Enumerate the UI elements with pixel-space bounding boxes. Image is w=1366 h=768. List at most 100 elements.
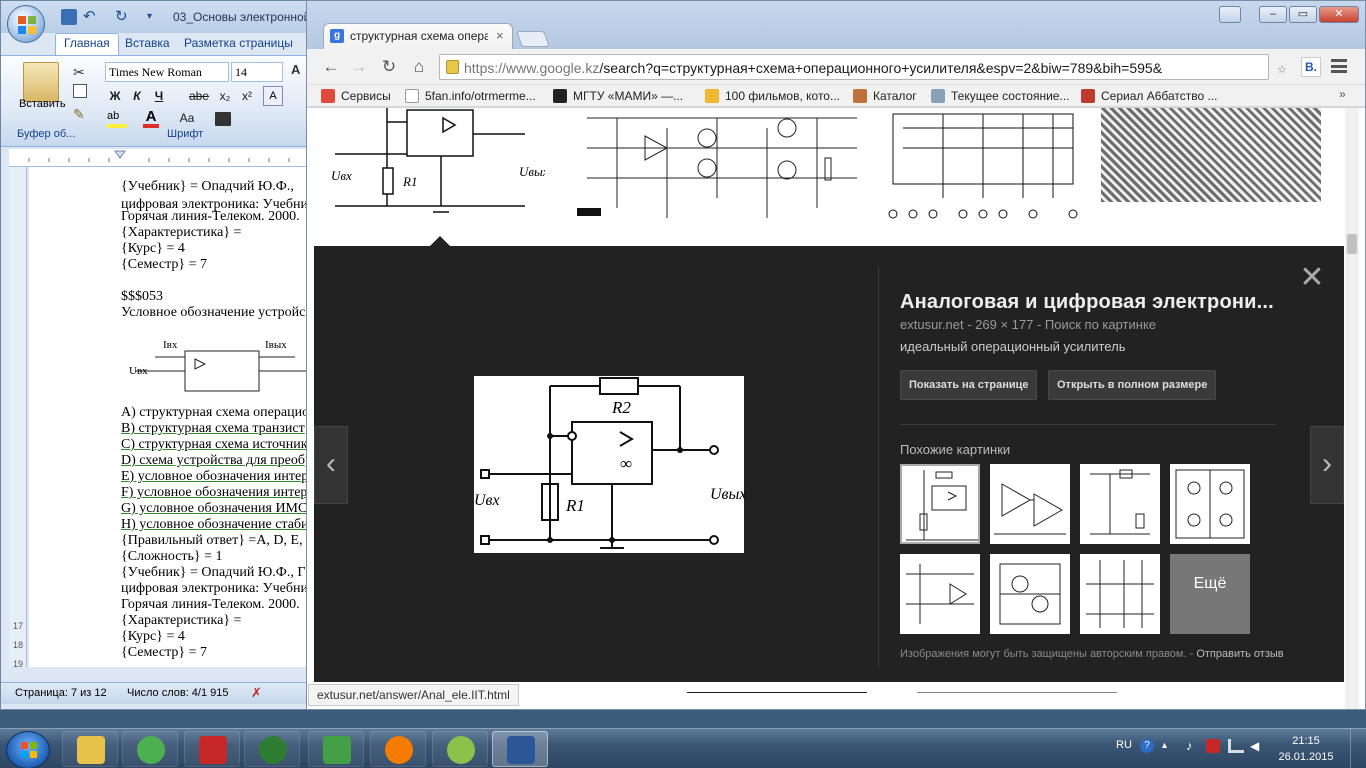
- superscript-button[interactable]: x²: [237, 86, 257, 106]
- underline-button[interactable]: Ч: [149, 86, 169, 106]
- clear-format-icon[interactable]: A: [263, 86, 283, 106]
- word-counter[interactable]: Число слов: 4/1 915: [127, 687, 229, 699]
- similar-image[interactable]: [1080, 464, 1160, 544]
- more-similar-button[interactable]: Ещё: [1170, 554, 1250, 634]
- similar-image[interactable]: [900, 554, 980, 634]
- change-case-button[interactable]: Aa: [173, 108, 201, 128]
- similar-image[interactable]: [990, 464, 1070, 544]
- bookmark-star-icon[interactable]: ☆: [1277, 63, 1287, 76]
- cut-icon[interactable]: ✂: [73, 64, 85, 81]
- italic-button[interactable]: К: [127, 86, 147, 106]
- restore-button[interactable]: ▭: [1289, 6, 1317, 23]
- tray-antivirus-icon[interactable]: [1206, 739, 1220, 753]
- taskbar-chrome[interactable]: [122, 731, 178, 767]
- extension-button[interactable]: B.: [1301, 57, 1321, 77]
- browser-tab[interactable]: g структурная схема опера ×: [323, 23, 513, 49]
- char-border-icon[interactable]: [215, 112, 231, 126]
- bold-button[interactable]: Ж: [105, 86, 125, 106]
- lock-icon[interactable]: [446, 60, 459, 74]
- save-icon[interactable]: [61, 9, 77, 25]
- paste-button[interactable]: Вставить: [19, 98, 66, 110]
- tray-app-icon[interactable]: ♪: [1186, 739, 1200, 753]
- font-name-box[interactable]: Times New Roman: [105, 62, 229, 82]
- preview-image[interactable]: R2 ∞ R1 Uвх Uвых: [474, 376, 746, 553]
- tab-close-icon[interactable]: ×: [496, 28, 504, 43]
- similar-image[interactable]: [1080, 554, 1160, 634]
- document-page[interactable]: {Учебник} = Опадчий Ю.Ф., цифровая элект…: [29, 167, 317, 667]
- taskbar-acrobat[interactable]: [184, 731, 240, 767]
- bookmark-item[interactable]: Сериал А6батство ...: [1081, 88, 1218, 104]
- taskbar-aimp[interactable]: [308, 731, 364, 767]
- new-tab-button[interactable]: [516, 31, 550, 47]
- result-thumb-selected[interactable]: R1 Uвх Uвых: [331, 108, 545, 218]
- bookmark-item[interactable]: Каталог: [853, 88, 917, 104]
- prev-image-button[interactable]: ‹: [314, 426, 348, 504]
- clock[interactable]: 21:15 26.01.2015: [1266, 733, 1346, 765]
- redo-icon[interactable]: ↻: [115, 9, 131, 25]
- language-indicator[interactable]: RU: [1116, 739, 1132, 751]
- taskbar-mail-agent[interactable]: [244, 731, 300, 767]
- bookmark-item[interactable]: Сервисы: [321, 88, 391, 104]
- preview-title[interactable]: Аналоговая и цифровая электрони...: [900, 291, 1274, 314]
- home-icon[interactable]: ⌂: [407, 56, 431, 78]
- grow-font-icon[interactable]: A: [291, 62, 300, 77]
- preview-meta[interactable]: extusur.net - 269 × 177 - Поиск по карти…: [900, 317, 1156, 332]
- next-image-button[interactable]: ›: [1310, 426, 1344, 504]
- close-preview-icon[interactable]: ✕: [1297, 263, 1327, 294]
- taskbar-word[interactable]: [492, 731, 548, 767]
- spellcheck-icon[interactable]: ✗: [251, 686, 265, 700]
- result-thumb[interactable]: [557, 108, 871, 228]
- address-bar[interactable]: https://www.google.kz/search?q=структурн…: [439, 54, 1269, 80]
- font-color-icon[interactable]: A: [143, 108, 159, 128]
- profile-icon[interactable]: [1219, 6, 1241, 23]
- copy-icon[interactable]: [73, 84, 87, 98]
- show-desktop-button[interactable]: [1350, 729, 1366, 768]
- bookmark-item[interactable]: Текущее состояние...: [931, 88, 1069, 104]
- visit-page-button[interactable]: Показать на странице: [900, 370, 1038, 400]
- show-hidden-icons[interactable]: ▴: [1162, 739, 1176, 753]
- paste-icon[interactable]: [23, 62, 59, 102]
- network-icon[interactable]: [1228, 739, 1244, 753]
- bookmark-item[interactable]: 100 фильмов, кото...: [705, 88, 840, 104]
- reload-icon[interactable]: ↻: [377, 56, 401, 78]
- strikethrough-button[interactable]: abe: [187, 86, 211, 106]
- similar-image[interactable]: [990, 554, 1070, 634]
- result-thumb-partial[interactable]: [687, 692, 867, 709]
- bookmark-item[interactable]: МГТУ «МАМИ» —...: [553, 88, 683, 104]
- result-thumb-partial[interactable]: [917, 692, 1117, 709]
- menu-icon[interactable]: [1331, 59, 1347, 73]
- highlight-icon[interactable]: ab: [107, 110, 127, 128]
- tab-home[interactable]: Главная: [55, 33, 119, 55]
- bookmark-item[interactable]: 5fan.info/otrmerme...: [405, 88, 536, 104]
- volume-icon[interactable]: ◀: [1250, 739, 1264, 753]
- page-counter[interactable]: Страница: 7 из 12: [15, 687, 107, 699]
- taskbar-explorer[interactable]: [62, 731, 118, 767]
- taskbar-odnoklassniki[interactable]: [370, 731, 426, 767]
- page-scrollbar[interactable]: [1345, 108, 1359, 709]
- help-icon[interactable]: ?: [1140, 739, 1154, 753]
- format-painter-icon[interactable]: ✎: [73, 106, 85, 123]
- tab-insert[interactable]: Вставка: [125, 36, 170, 50]
- result-thumb-noisy[interactable]: [1101, 108, 1321, 202]
- scrollbar-thumb[interactable]: [1347, 234, 1357, 254]
- forward-icon[interactable]: →: [347, 56, 371, 78]
- result-thumb[interactable]: [883, 108, 1083, 236]
- tab-page-layout[interactable]: Разметка страницы: [184, 36, 293, 50]
- subscript-button[interactable]: x₂: [215, 86, 235, 106]
- font-size-box[interactable]: 14: [231, 62, 283, 82]
- bookmarks-overflow-icon[interactable]: »: [1339, 87, 1346, 101]
- send-feedback-link[interactable]: Отправить отзыв: [1196, 648, 1283, 660]
- open-full-size-button[interactable]: Открыть в полном размере: [1048, 370, 1217, 400]
- back-icon[interactable]: ←: [319, 56, 343, 78]
- taskbar-downloader[interactable]: [432, 731, 488, 767]
- qat-customize-icon[interactable]: ▾: [147, 9, 163, 25]
- undo-icon[interactable]: ↶: [83, 9, 99, 25]
- close-button[interactable]: ✕: [1319, 6, 1359, 23]
- answer-line: D) схема устройства для преобр: [121, 453, 312, 468]
- similar-image[interactable]: [900, 464, 980, 544]
- start-button[interactable]: [6, 731, 50, 768]
- similar-image[interactable]: [1170, 464, 1250, 544]
- op-amp-schematic: [480, 377, 719, 549]
- minimize-button[interactable]: ‒: [1259, 6, 1287, 23]
- answer-line: {Характеристика} =: [121, 613, 242, 628]
